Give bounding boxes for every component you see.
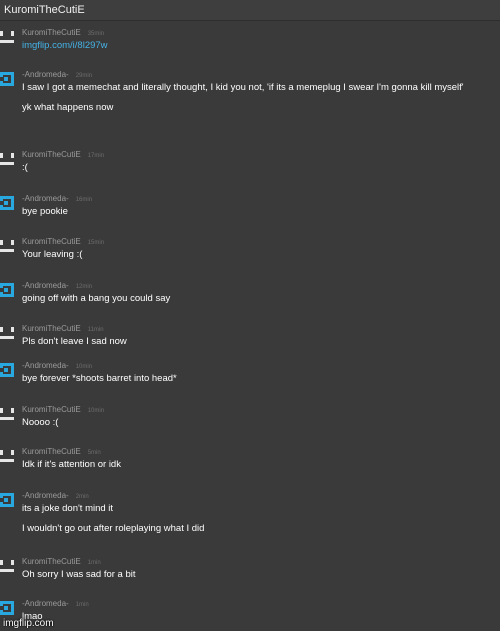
- timestamp: 10min: [87, 408, 105, 414]
- username[interactable]: KuromiTheCutiE: [22, 150, 81, 159]
- timestamp: 11min: [87, 327, 104, 333]
- kuromi-avatar-icon[interactable]: [0, 239, 14, 253]
- message-text: Oh sorry I was sad for a bit: [22, 569, 136, 580]
- timestamp: 2min: [75, 494, 89, 500]
- username[interactable]: KuromiTheCutiE: [22, 28, 81, 37]
- timestamp: 1min: [87, 560, 101, 566]
- timestamp: 15min: [87, 240, 105, 246]
- username[interactable]: -Andromeda-: [22, 361, 69, 370]
- kuromi-avatar-icon[interactable]: [0, 326, 14, 340]
- message-text: bye forever *shoots barret into head*: [22, 373, 177, 384]
- message-text: Idk if it's attention or idk: [22, 459, 121, 470]
- message-meta: KuromiTheCutiE 11min: [22, 323, 492, 336]
- kuromi-avatar-icon[interactable]: [0, 152, 14, 166]
- chat-title: KuromiTheCutiE: [4, 4, 85, 16]
- andromeda-avatar-icon[interactable]: [0, 196, 14, 210]
- imgflip-watermark: imgflip.com: [3, 618, 54, 629]
- message-text: I saw I got a memechat and literally tho…: [22, 82, 464, 93]
- chat-message: KuromiTheCutiE 11min Pls don't leave I sad…: [0, 323, 500, 348]
- chat-message: KuromiTheCutiE 15min Your leaving :(: [0, 236, 500, 261]
- timestamp: 12min: [75, 284, 93, 290]
- username[interactable]: -Andromeda-: [22, 599, 69, 608]
- andromeda-avatar-icon[interactable]: [0, 363, 14, 377]
- timestamp: 5min: [87, 450, 101, 456]
- message-text: :(: [22, 162, 28, 173]
- message-meta: -Andromeda- 1min: [22, 598, 492, 611]
- kuromi-avatar-icon[interactable]: [0, 449, 14, 463]
- message-meta: KuromiTheCutiE 10min: [22, 404, 492, 417]
- kuromi-avatar-icon[interactable]: [0, 559, 14, 573]
- message-meta: -Andromeda- 2min: [22, 490, 492, 503]
- andromeda-avatar-icon[interactable]: [0, 283, 14, 297]
- message-text: lmao: [22, 611, 43, 622]
- message-meta: KuromiTheCutiE 1min: [22, 556, 492, 569]
- username[interactable]: KuromiTheCutiE: [22, 324, 81, 333]
- username[interactable]: -Andromeda-: [22, 491, 69, 500]
- chat-message: KuromiTheCutiE 5min Idk if it's attention …: [0, 446, 500, 471]
- message-text: going off with a bang you could say: [22, 293, 171, 304]
- username[interactable]: KuromiTheCutiE: [22, 405, 81, 414]
- chat-message: -Andromeda- 1min lmao: [0, 598, 500, 623]
- timestamp: 10min: [75, 364, 93, 370]
- timestamp: 35min: [87, 31, 105, 37]
- chat-message: -Andromeda- 12min going off with a bang yo…: [0, 280, 500, 305]
- andromeda-avatar-icon[interactable]: [0, 493, 14, 507]
- username[interactable]: -Andromeda-: [22, 70, 69, 79]
- message-text: Noooo :(: [22, 417, 59, 428]
- username[interactable]: KuromiTheCutiE: [22, 237, 81, 246]
- username[interactable]: -Andromeda-: [22, 194, 69, 203]
- chat-message: -Andromeda- 2min its a joke don't mind it I…: [0, 490, 500, 535]
- message-text: bye pookie: [22, 206, 68, 217]
- chat-message: KuromiTheCutiE 1min Oh sorry I was sad for…: [0, 556, 500, 581]
- message-text: yk what happens now: [22, 102, 114, 113]
- kuromi-avatar-icon[interactable]: [0, 407, 14, 421]
- chat-message: -Andromeda- 29min I saw I got a memechat a…: [0, 69, 500, 114]
- message-meta: KuromiTheCutiE 35min: [22, 27, 492, 40]
- username[interactable]: KuromiTheCutiE: [22, 557, 81, 566]
- timestamp: 17min: [87, 153, 105, 159]
- message-text: Your leaving :(: [22, 249, 83, 260]
- message-meta: KuromiTheCutiE 17min: [22, 149, 492, 162]
- message-link[interactable]: imgflip.com/i/8l297w: [22, 40, 492, 52]
- timestamp: 16min: [75, 197, 93, 203]
- andromeda-avatar-icon[interactable]: [0, 601, 14, 615]
- username[interactable]: KuromiTheCutiE: [22, 447, 81, 456]
- message-meta: -Andromeda- 12min: [22, 280, 492, 293]
- message-meta: -Andromeda- 16min: [22, 193, 492, 206]
- chat-message: KuromiTheCutiE 35min imgflip.com/i/8l297w: [0, 27, 500, 52]
- message-meta: -Andromeda- 29min: [22, 69, 492, 82]
- message-meta: KuromiTheCutiE 15min: [22, 236, 492, 249]
- chat-message: KuromiTheCutiE 10min Noooo :(: [0, 404, 500, 429]
- chat-message: -Andromeda- 16min bye pookie: [0, 193, 500, 218]
- username[interactable]: -Andromeda-: [22, 281, 69, 290]
- kuromi-avatar-icon[interactable]: [0, 30, 14, 44]
- chat-message: KuromiTheCutiE 17min :(: [0, 149, 500, 174]
- chat-message: -Andromeda- 10min bye forever *shoots barr…: [0, 360, 500, 385]
- message-meta: KuromiTheCutiE 5min: [22, 446, 492, 459]
- andromeda-avatar-icon[interactable]: [0, 72, 14, 86]
- message-text: I wouldn't go out after roleplaying what…: [22, 523, 205, 534]
- chat-header: KuromiTheCutiE: [0, 0, 500, 21]
- timestamp: 29min: [75, 73, 93, 79]
- timestamp: 1min: [75, 602, 89, 608]
- message-meta: -Andromeda- 10min: [22, 360, 492, 373]
- message-text: its a joke don't mind it: [22, 503, 114, 514]
- message-text: Pls don't leave I sad now: [22, 336, 127, 347]
